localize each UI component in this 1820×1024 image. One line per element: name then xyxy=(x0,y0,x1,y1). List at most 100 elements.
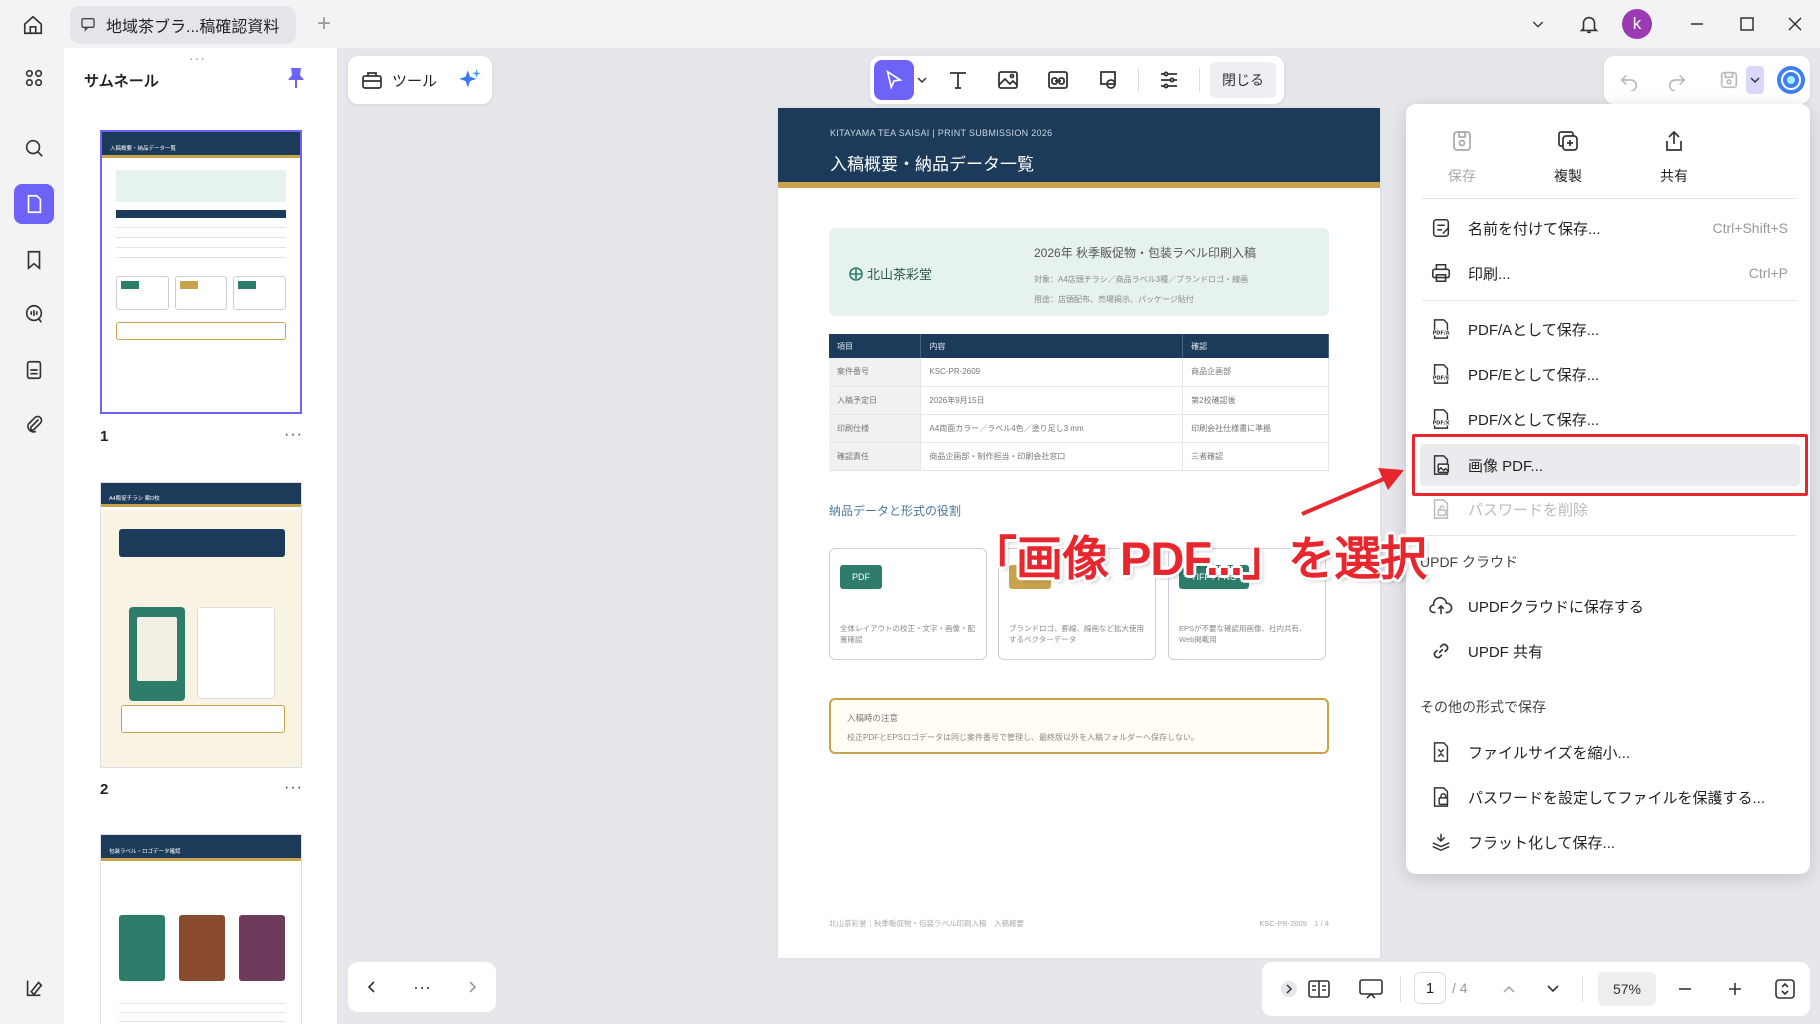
redo-icon[interactable] xyxy=(1666,69,1688,91)
menu-share-button[interactable]: 共有 xyxy=(1634,126,1714,186)
format-tag: PDF xyxy=(840,565,882,589)
save-icon xyxy=(1447,126,1477,156)
section-title: 納品データと形式の役割 xyxy=(829,504,962,518)
menu-save-button[interactable]: 保存 xyxy=(1422,126,1502,186)
close-edit-button[interactable]: 閉じる xyxy=(1210,62,1276,98)
next-page-icon[interactable] xyxy=(1540,976,1566,1002)
document-tab[interactable]: 地域茶ブラ...稿確認資料 xyxy=(70,6,296,44)
panel-grip[interactable]: ··· xyxy=(189,50,206,66)
zoom-in-icon[interactable] xyxy=(1722,976,1748,1002)
ai-sparkle-icon[interactable] xyxy=(457,67,483,93)
protect-password-menu-item[interactable]: パスワードを設定してファイルを保護する... xyxy=(1420,776,1800,818)
save-pdfa-menu-item[interactable]: PDF/A PDF/Aとして保存... xyxy=(1420,308,1800,350)
attachment-icon[interactable] xyxy=(14,404,54,444)
search-icon[interactable] xyxy=(14,128,54,168)
flatten-icon xyxy=(1428,829,1454,855)
other-formats-section-title: その他の形式で保存 xyxy=(1420,699,1546,715)
minimize-icon[interactable] xyxy=(1680,8,1714,40)
save-menu-dropdown-icon[interactable] xyxy=(1746,66,1764,94)
save-to-cloud-menu-item[interactable]: UPDFクラウドに保存する xyxy=(1420,585,1800,627)
new-tab-button[interactable]: + xyxy=(310,10,338,38)
more-button[interactable]: ··· xyxy=(413,977,431,998)
undo-icon[interactable] xyxy=(1618,69,1640,91)
pin-icon[interactable] xyxy=(286,66,306,95)
zoom-level[interactable]: 57% xyxy=(1598,972,1656,1006)
table-cell: 商品企画部・制作担当・印刷会社窓口 xyxy=(920,442,1184,471)
select-cursor-icon[interactable] xyxy=(874,60,914,100)
thumbnail-icon[interactable] xyxy=(14,184,54,224)
menu-duplicate-button[interactable]: 複製 xyxy=(1528,126,1608,186)
format-card-pdf: PDF 全体レイアウトの校正・文字・画像・配置確認 xyxy=(829,548,987,660)
duplicate-icon xyxy=(1553,126,1583,156)
updf-share-menu-item[interactable]: UPDF 共有 xyxy=(1420,630,1800,672)
table-header-row: 項目 内容 確認 xyxy=(829,334,1329,358)
page-1-more-button[interactable]: ··· xyxy=(284,426,303,444)
title-bar: 地域茶ブラ...稿確認資料 + k xyxy=(0,0,1820,48)
toolbox-icon[interactable] xyxy=(360,68,384,92)
save-pdfe-menu-item[interactable]: PDF/E PDF/Eとして保存... xyxy=(1420,353,1800,395)
note-box: 入稿時の注意 校正PDFとEPSロゴデータは同じ案件番号で管理し、最終版以外を入… xyxy=(829,698,1329,754)
page-2-more-button[interactable]: ··· xyxy=(284,779,303,797)
tools-label[interactable]: ツール xyxy=(392,70,437,91)
page-nav-bar: ··· xyxy=(348,962,496,1012)
page-number-input[interactable]: 1 xyxy=(1414,972,1446,1004)
menu-divider xyxy=(1422,535,1796,536)
column-header: 確認 xyxy=(1182,334,1329,358)
table-cell: 第2校確認後 xyxy=(1182,386,1329,415)
properties-icon[interactable] xyxy=(1149,60,1189,100)
edit-toolbar: 閉じる xyxy=(870,56,1284,104)
header-title: 入稿概要・納品データ一覧 xyxy=(830,155,1034,174)
bookmark-icon[interactable] xyxy=(14,240,54,280)
image-pdf-menu-item[interactable]: 画像 PDF... xyxy=(1420,444,1800,486)
pdfe-icon: PDF/E xyxy=(1428,361,1454,387)
project-usage: 用途：店頭配布、売場掲示、パッケージ貼付 xyxy=(1034,295,1194,304)
table-cell: KSC-PR-2609 xyxy=(920,358,1184,387)
pdfx-icon: PDF/X xyxy=(1428,406,1454,432)
home-icon[interactable] xyxy=(18,10,48,40)
table-cell: 案件番号 xyxy=(829,358,922,387)
print-icon xyxy=(1428,260,1454,286)
maximize-icon[interactable] xyxy=(1730,8,1764,40)
text-tool-icon[interactable] xyxy=(938,60,978,100)
print-menu-item[interactable]: 印刷... Ctrl+P xyxy=(1420,252,1800,294)
close-window-icon[interactable] xyxy=(1778,8,1812,40)
pdfa-icon: PDF/A xyxy=(1428,316,1454,342)
fit-page-icon[interactable] xyxy=(1772,976,1798,1002)
flatten-menu-item[interactable]: フラット化して保存... xyxy=(1420,821,1800,863)
note-text: 校正PDFとEPSロゴデータは同じ案件番号で管理し、最終版以外を入稿フォルダーへ… xyxy=(847,733,1200,742)
save-icon[interactable] xyxy=(1718,69,1740,91)
image-tool-icon[interactable] xyxy=(988,60,1028,100)
page-thumbnail-1[interactable]: 入稿概要・納品データ一覧 xyxy=(100,130,302,414)
layers-icon[interactable] xyxy=(14,968,54,1008)
remove-password-menu-item[interactable]: パスワードを削除 xyxy=(1420,488,1800,530)
presentation-icon[interactable] xyxy=(1358,976,1384,1002)
page-layout-icon[interactable] xyxy=(1306,976,1332,1002)
page-thumbnail-2[interactable]: A4販促チラシ 案D校 xyxy=(100,482,302,768)
note-title: 入稿時の注意 xyxy=(847,713,899,723)
table-cell: 印刷会社仕様書に準拠 xyxy=(1182,414,1329,443)
page-total: / 4 xyxy=(1452,980,1468,996)
save-as-menu-item[interactable]: 名前を付けて保存... Ctrl+Shift+S xyxy=(1420,207,1800,249)
previous-icon[interactable] xyxy=(365,980,379,994)
select-dropdown-icon[interactable] xyxy=(916,74,928,86)
zoom-out-icon[interactable] xyxy=(1672,976,1698,1002)
avatar[interactable]: k xyxy=(1620,8,1654,40)
bell-icon[interactable] xyxy=(1572,8,1606,40)
chevron-down-icon[interactable] xyxy=(1522,8,1554,40)
next-icon[interactable] xyxy=(465,980,479,994)
project-target: 対象：A4店頭チラシ／商品ラベル3種／ブランドロゴ・線画 xyxy=(1034,275,1249,284)
comment-icon xyxy=(80,16,98,34)
project-title: 2026年 秋季販促物・包装ラベル印刷入稿 xyxy=(1034,246,1257,260)
link-tool-icon[interactable] xyxy=(1038,60,1078,100)
grid-view-icon[interactable] xyxy=(14,58,54,98)
form-icon[interactable] xyxy=(14,350,54,390)
comment-list-icon[interactable] xyxy=(14,294,54,334)
previous-page-icon[interactable] xyxy=(1496,976,1522,1002)
reduce-size-menu-item[interactable]: ファイルサイズを縮小... xyxy=(1420,731,1800,773)
stamp-tool-icon[interactable] xyxy=(1088,60,1128,100)
brand-name: 北山茶彩堂 xyxy=(849,264,932,283)
updf-ai-icon[interactable] xyxy=(1776,65,1806,95)
expand-panel-icon[interactable] xyxy=(1276,976,1302,1002)
page-thumbnail-3[interactable]: 包装ラベル・ロゴデータ確認 xyxy=(100,834,302,1024)
save-pdfx-menu-item[interactable]: PDF/X PDF/Xとして保存... xyxy=(1420,398,1800,440)
